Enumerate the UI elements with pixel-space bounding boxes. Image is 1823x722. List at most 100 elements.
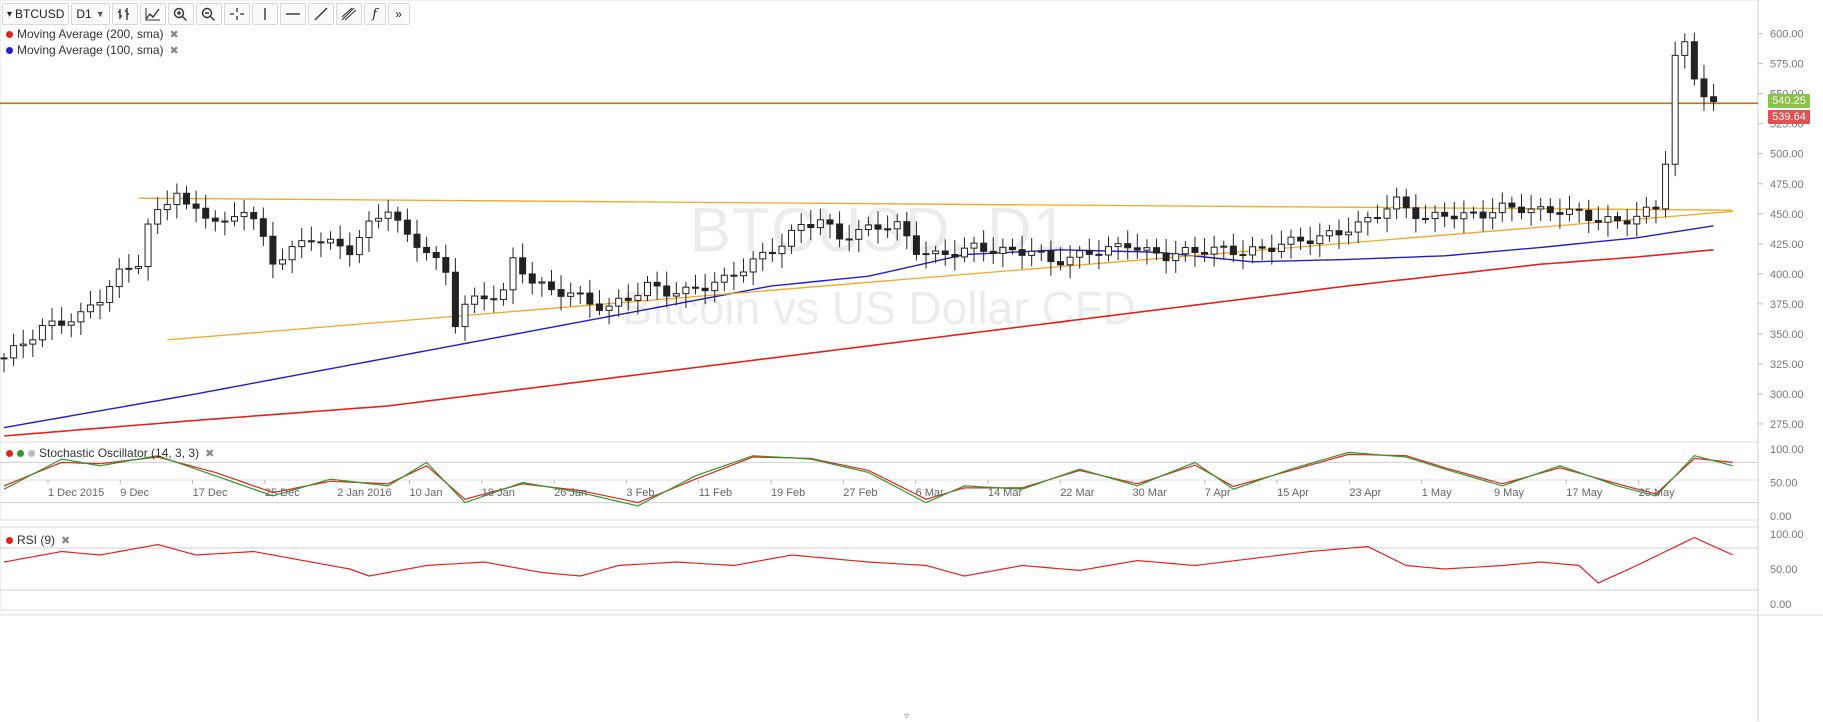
line-chart-icon[interactable] <box>139 3 166 25</box>
candle-body <box>1143 247 1151 251</box>
candle-body <box>624 297 632 301</box>
forward-icon[interactable]: » <box>387 3 410 25</box>
legend-rsi[interactable]: RSI (9) ✖ <box>6 533 70 547</box>
candle-body <box>317 241 325 244</box>
candle-body <box>202 207 210 219</box>
date-tick-label: 15 Apr <box>1277 487 1309 499</box>
candle-body <box>1008 246 1016 251</box>
candle-body <box>1566 208 1574 215</box>
candle-body <box>970 242 978 249</box>
candle-body <box>1335 230 1343 236</box>
candle-body <box>279 259 287 265</box>
symbol-button[interactable]: ▾ BTCUSD <box>2 3 70 25</box>
candle-body <box>1623 220 1631 225</box>
candle-body <box>250 212 258 220</box>
pane-resize-handle-icon[interactable]: ▿ <box>904 711 909 722</box>
candle-body <box>1076 250 1084 258</box>
date-tick-label: 27 Feb <box>843 487 877 499</box>
close-icon[interactable]: ✖ <box>205 447 214 460</box>
candle-body <box>288 246 296 261</box>
close-icon[interactable]: ✖ <box>170 28 179 41</box>
candle-body <box>788 229 796 247</box>
zoom-in-icon[interactable] <box>167 3 194 25</box>
candle-body <box>528 273 536 284</box>
candle-body <box>10 345 18 359</box>
close-icon[interactable]: ✖ <box>61 534 70 547</box>
candle-body <box>509 257 517 291</box>
candle-body <box>1201 251 1209 255</box>
candle-body <box>1258 246 1266 249</box>
function-icon[interactable]: f <box>363 3 386 25</box>
close-price-badge: 539.64 <box>1768 110 1810 124</box>
legend-stoch[interactable]: Stochastic Oscillator (14, 3, 3) ✖ <box>6 446 214 460</box>
candle-body <box>960 247 968 258</box>
crosshair-icon[interactable] <box>223 3 250 25</box>
stoch-pane: 100.00 50.00 0.00 <box>0 444 1804 523</box>
toolbar: ▾ BTCUSD D1 ▼ f » <box>2 2 410 26</box>
candle-body <box>567 292 575 297</box>
stoch-grey-dot-icon <box>28 449 35 457</box>
candle-body <box>346 245 354 256</box>
stoch-axis-label: 100.00 <box>1770 444 1804 456</box>
legend-ma100[interactable]: Moving Average (100, sma) ✖ <box>6 43 179 57</box>
candle-body <box>701 287 709 292</box>
price-tick-label: 400.00 <box>1770 269 1804 281</box>
candle-body <box>375 217 383 222</box>
candle-body <box>903 221 911 237</box>
candle-body <box>807 224 815 229</box>
close-icon[interactable]: ✖ <box>170 44 179 57</box>
candle-body <box>951 253 959 258</box>
chart-canvas[interactable]: 100.00 50.00 0.00 100.00 50.00 0.00 600.00 57… <box>0 0 1823 721</box>
candle-body <box>231 216 239 222</box>
candle-body <box>1700 78 1708 98</box>
candle-body <box>1297 236 1305 242</box>
legend-stoch-label: Stochastic Oscillator (14, 3, 3) <box>39 446 200 460</box>
candle-body <box>605 305 613 311</box>
bar-chart-icon[interactable] <box>111 3 138 25</box>
candle-body <box>1239 254 1247 257</box>
date-tick-label: 30 Mar <box>1133 487 1168 499</box>
legend-rsi-label: RSI (9) <box>17 533 56 547</box>
candle-body <box>48 320 56 327</box>
zoom-out-icon[interactable] <box>195 3 222 25</box>
candle-body <box>173 192 181 206</box>
candle-body <box>1306 240 1314 245</box>
candle-body <box>1604 216 1612 223</box>
horizontal-line-icon[interactable] <box>279 3 306 25</box>
legend-ma200[interactable]: Moving Average (200, sma) ✖ <box>6 27 179 41</box>
candle-body <box>874 224 882 230</box>
candle-body <box>86 304 94 313</box>
candle-body <box>259 218 267 237</box>
candle-body <box>1652 206 1660 210</box>
candle-body <box>711 281 719 292</box>
current-price-badge: 540.25 <box>1768 94 1810 108</box>
vertical-line-icon[interactable] <box>251 3 278 25</box>
rsi-pane-frame <box>0 526 1759 611</box>
candle-body <box>999 246 1007 254</box>
candle-body <box>1277 243 1285 252</box>
candle-body <box>1210 246 1218 255</box>
candle-body <box>19 343 27 347</box>
candle-body <box>1671 54 1679 165</box>
pitchfork-icon[interactable] <box>335 3 362 25</box>
candle-body <box>327 238 335 244</box>
candle-body <box>1585 209 1593 222</box>
date-tick-label: 26 Jan <box>554 487 587 499</box>
candle-body <box>1056 261 1064 266</box>
stoch-axis-label: 0.00 <box>1770 511 1791 523</box>
candle-body <box>1614 216 1622 222</box>
trend-line-icon[interactable] <box>307 3 334 25</box>
price-tick-label: 500.00 <box>1770 149 1804 161</box>
candle-body <box>192 203 200 209</box>
candle-body <box>615 297 623 307</box>
candle-body <box>1114 243 1122 248</box>
date-tick-label: 23 Apr <box>1349 487 1381 499</box>
interval-button[interactable]: D1 ▼ <box>71 3 110 25</box>
candle-body <box>1191 246 1199 253</box>
candle-body <box>586 292 594 305</box>
candle-body <box>759 251 767 260</box>
candle-body <box>423 246 431 254</box>
candle-body <box>29 339 37 345</box>
candle-body <box>1383 208 1391 219</box>
candle-body <box>893 221 901 230</box>
